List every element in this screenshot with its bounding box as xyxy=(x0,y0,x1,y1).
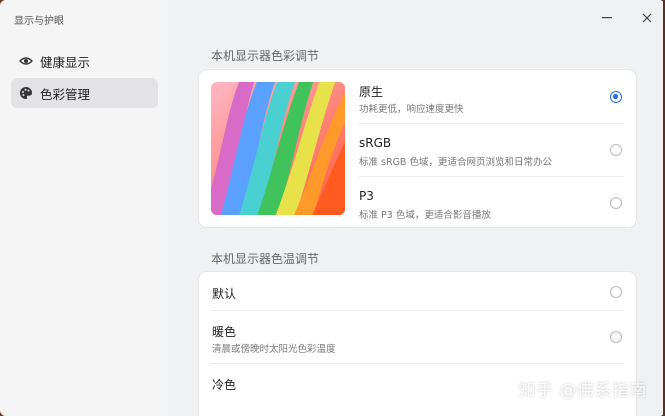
color-option-srgb[interactable]: sRGB 标准 sRGB 色域，更适合网页浏览和日常办公 xyxy=(199,123,636,176)
radio-native[interactable] xyxy=(610,91,622,103)
main-panel: 本机显示器色彩调节 原生 功耗更低，响应速度更快 sRGB 标准 sRGB 色域… xyxy=(168,0,665,416)
close-icon[interactable] xyxy=(640,11,654,25)
color-section-title: 本机显示器色彩调节 xyxy=(211,49,320,63)
app-title: 显示与护眼 xyxy=(14,16,64,27)
option-desc: 标准 P3 色域，更适合影音播放 xyxy=(359,210,491,221)
option-desc: 清晨或傍晚时太阳光色彩温度 xyxy=(212,344,336,355)
sidebar-item-label: 色彩管理 xyxy=(40,86,91,102)
watermark-text: 知乎 @佛系指南 xyxy=(518,381,647,401)
option-label: sRGB xyxy=(359,136,392,150)
sidebar-item-color-management[interactable]: 色彩管理 xyxy=(11,78,158,108)
settings-window: 显示与护眼 健康显示 色彩管理 本机显示器色彩调节 原生 功耗更低，响应速度更快… xyxy=(0,0,665,416)
temp-option-warm[interactable]: 暖色 清晨或傍晚时太阳光色彩温度 xyxy=(199,310,636,363)
sidebar-item-label: 健康显示 xyxy=(40,54,91,70)
option-label: 原生 xyxy=(359,85,384,99)
minimize-icon[interactable] xyxy=(600,11,614,25)
palette-icon xyxy=(19,86,33,100)
color-mode-card: 原生 功耗更低，响应速度更快 sRGB 标准 sRGB 色域，更适合网页浏览和日… xyxy=(198,69,637,228)
sidebar-item-healthy-display[interactable]: 健康显示 xyxy=(11,46,158,76)
temp-option-default[interactable]: 默认 xyxy=(199,272,636,310)
option-label: P3 xyxy=(359,189,374,203)
radio-default[interactable] xyxy=(610,286,622,298)
color-option-native[interactable]: 原生 功耗更低，响应速度更快 xyxy=(199,70,636,123)
option-label: 冷色 xyxy=(212,378,237,392)
color-option-p3[interactable]: P3 标准 P3 色域，更适合影音播放 xyxy=(199,176,636,229)
option-desc: 功耗更低，响应速度更快 xyxy=(359,104,464,115)
option-label: 暖色 xyxy=(212,325,237,339)
eye-icon xyxy=(19,54,33,68)
option-label: 默认 xyxy=(212,287,237,301)
option-desc: 标准 sRGB 色域，更适合网页浏览和日常办公 xyxy=(359,157,552,168)
temp-section-title: 本机显示器色温调节 xyxy=(211,252,320,266)
radio-warm[interactable] xyxy=(610,331,622,343)
radio-p3[interactable] xyxy=(610,197,622,209)
radio-srgb[interactable] xyxy=(610,144,622,156)
sidebar: 显示与护眼 健康显示 色彩管理 xyxy=(0,0,168,416)
